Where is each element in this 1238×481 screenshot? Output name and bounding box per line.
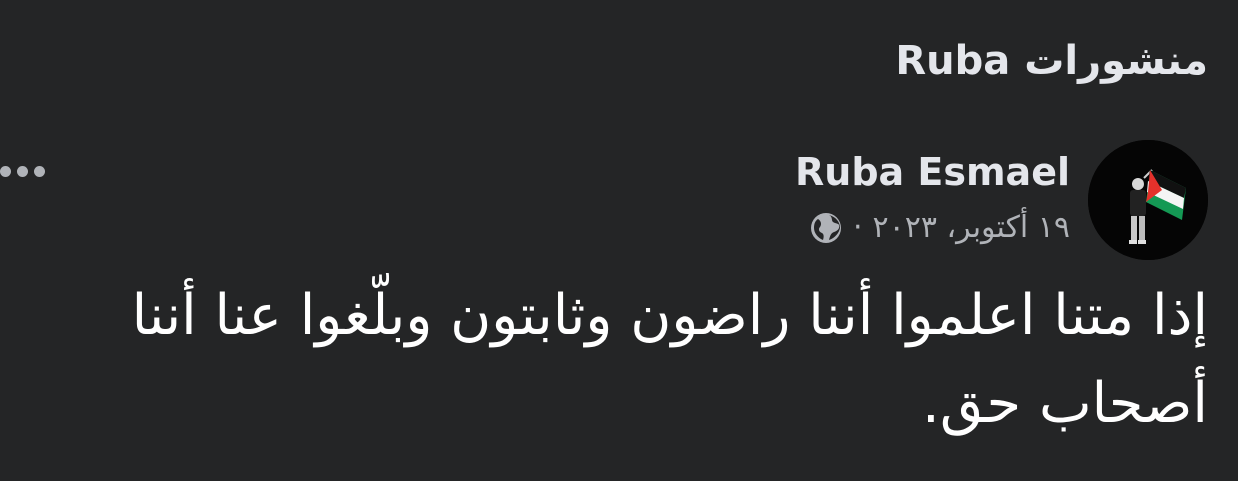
more-horizontal-icon-dot (17, 165, 28, 177)
globe-icon[interactable] (809, 211, 843, 245)
palestine-flag-avatar-icon (1088, 140, 1208, 260)
avatar[interactable] (1088, 140, 1208, 260)
post-meta: ١٩ أكتوبر، ٢٠٢٣ · (809, 210, 1070, 245)
meta-separator: · (852, 210, 863, 245)
post-page: منشورات Ruba Ruba Esmael ١٩ أكتوبر، ٢٠٢٣ (0, 0, 1238, 481)
post-body-text: إذا متنا اعلموا أننا راضون وثابتون وبلّغ… (131, 283, 1208, 436)
section-title: منشورات Ruba (895, 38, 1208, 84)
post-date[interactable]: ١٩ أكتوبر، ٢٠٢٣ (872, 210, 1070, 245)
more-horizontal-icon-dot (34, 165, 45, 177)
author-name[interactable]: Ruba Esmael (795, 150, 1070, 194)
more-horizontal-icon (0, 165, 11, 177)
more-options-button[interactable] (0, 156, 45, 186)
